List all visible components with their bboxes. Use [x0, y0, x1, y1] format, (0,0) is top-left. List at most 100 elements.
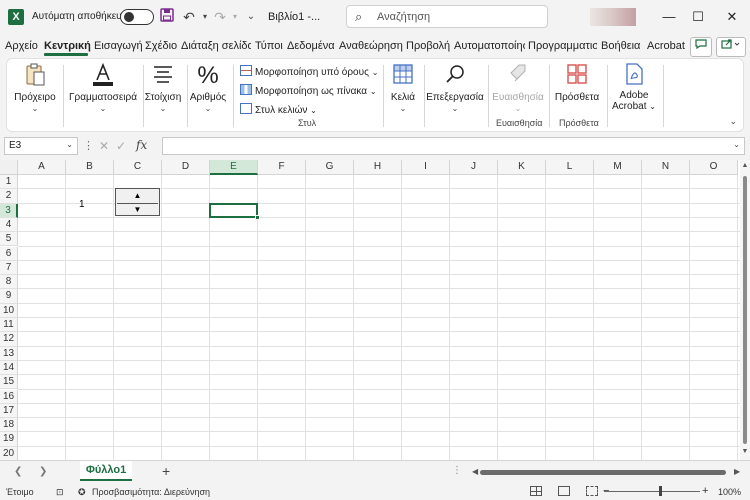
vertical-scroll-thumb[interactable]: [743, 176, 747, 444]
add-sheet-button[interactable]: +: [162, 463, 170, 479]
page-layout-view-icon[interactable]: [558, 486, 570, 496]
tab-data[interactable]: Δεδομένα: [287, 40, 335, 52]
column-header-B[interactable]: B: [66, 160, 114, 175]
row-header-5[interactable]: 5: [0, 232, 18, 247]
cell-styles-button[interactable]: Στυλ κελιών ⌄: [240, 103, 317, 116]
addins-button[interactable]: Πρόσθετα: [551, 63, 603, 103]
select-all-button[interactable]: [0, 160, 18, 175]
font-button[interactable]: Γραμματοσειρά ⌄: [65, 62, 141, 113]
name-box[interactable]: E3 ⌄: [4, 137, 78, 155]
maximize-button[interactable]: ☐: [688, 7, 708, 27]
number-button[interactable]: % Αριθμός ⌄: [187, 63, 229, 114]
prev-sheet-icon[interactable]: ❮: [14, 466, 22, 477]
alignment-button[interactable]: Στοίχιση ⌄: [141, 63, 185, 113]
row-header-16[interactable]: 16: [0, 389, 18, 404]
active-cell-E3[interactable]: [209, 203, 258, 218]
horizontal-scrollbar[interactable]: ◀ ▶: [472, 467, 742, 477]
row-header-3[interactable]: 3: [0, 203, 18, 218]
page-break-view-icon[interactable]: [586, 486, 598, 496]
column-header-M[interactable]: M: [594, 160, 642, 175]
adobe-acrobat-button[interactable]: Adobe Acrobat ⌄: [608, 63, 660, 112]
row-header-14[interactable]: 14: [0, 360, 18, 376]
macro-record-icon[interactable]: ⊡: [56, 487, 64, 498]
next-sheet-icon[interactable]: ❯: [39, 466, 47, 477]
row-header-1[interactable]: 1: [0, 175, 18, 190]
row-header-15[interactable]: 15: [0, 375, 18, 390]
column-header-N[interactable]: N: [642, 160, 690, 175]
row-header-9[interactable]: 9: [0, 289, 18, 304]
share-button[interactable]: [716, 37, 746, 57]
zoom-slider[interactable]: [604, 491, 700, 492]
column-header-L[interactable]: L: [546, 160, 594, 175]
row-header-12[interactable]: 12: [0, 332, 18, 347]
row-header-6[interactable]: 6: [0, 246, 18, 261]
more-icon[interactable]: ⋮: [452, 465, 462, 476]
tab-insert[interactable]: Εισαγωγή: [94, 40, 143, 52]
zoom-in-button[interactable]: +: [702, 485, 708, 497]
normal-view-icon[interactable]: [530, 486, 542, 496]
column-header-A[interactable]: A: [18, 160, 66, 175]
conditional-formatting-button[interactable]: Μορφοποίηση υπό όρους ⌄: [240, 65, 378, 78]
tab-acrobat[interactable]: Acrobat: [647, 40, 685, 52]
row-header-4[interactable]: 4: [0, 217, 18, 233]
column-header-G[interactable]: G: [306, 160, 354, 175]
formula-input[interactable]: ⌄: [162, 137, 745, 155]
accessibility-icon[interactable]: ✪: [78, 487, 86, 498]
tab-developer[interactable]: Προγραμματιστ: [528, 40, 597, 52]
tab-draw[interactable]: Σχέδιο: [145, 40, 177, 52]
column-header-D[interactable]: D: [162, 160, 210, 175]
row-header-18[interactable]: 18: [0, 418, 18, 433]
profile-avatar[interactable]: [590, 8, 636, 26]
scroll-right-icon[interactable]: ▶: [734, 467, 740, 476]
more-options-icon[interactable]: ⋮: [83, 139, 94, 152]
autosave-toggle[interactable]: [120, 9, 154, 25]
cells-button[interactable]: Κελιά ⌄: [384, 63, 422, 113]
document-title[interactable]: Βιβλίο1 -...: [268, 11, 320, 23]
row-header-13[interactable]: 13: [0, 346, 18, 361]
tab-review[interactable]: Αναθεώρηση: [339, 40, 403, 52]
row-header-10[interactable]: 10: [0, 303, 18, 318]
tab-page-layout[interactable]: Διάταξη σελίδο: [181, 40, 251, 52]
row-header-17[interactable]: 17: [0, 403, 18, 419]
enter-icon[interactable]: ✓: [116, 139, 126, 153]
tab-file[interactable]: Αρχείο: [5, 40, 38, 52]
scroll-up-icon[interactable]: ▲: [741, 162, 749, 169]
cancel-icon[interactable]: ✕: [99, 139, 109, 153]
column-header-J[interactable]: J: [450, 160, 498, 175]
row-header-11[interactable]: 11: [0, 318, 18, 333]
comments-button[interactable]: [690, 37, 712, 57]
horizontal-scroll-thumb[interactable]: [480, 470, 726, 475]
accessibility-status[interactable]: Προσβασιμότητα: Διερεύνηση: [92, 487, 210, 497]
row-header-8[interactable]: 8: [0, 275, 18, 290]
vertical-scrollbar[interactable]: ▲ ▼: [740, 160, 750, 460]
tab-help[interactable]: Βοήθεια: [601, 40, 640, 52]
minimize-button[interactable]: —: [659, 7, 679, 27]
spin-up-button[interactable]: ▲: [117, 190, 158, 202]
insert-function-icon[interactable]: fx: [136, 138, 147, 152]
column-header-H[interactable]: H: [354, 160, 402, 175]
search-box[interactable]: ⌕ Αναζήτηση: [346, 5, 548, 28]
worksheet-grid[interactable]: A B C D E F G H I J K L M N O 1 2 3 4 5 6 7 8 9 10 11 12 13 14 15 16 17…: [0, 160, 740, 460]
tab-automate[interactable]: Αυτοματοποίησ: [454, 40, 525, 52]
tab-view[interactable]: Προβολή: [406, 40, 450, 52]
tab-formulas[interactable]: Τύποι: [255, 40, 283, 52]
format-as-table-button[interactable]: Μορφοποίηση ως πίνακα ⌄: [240, 84, 377, 97]
customize-toolbar-icon[interactable]: ⌄: [242, 8, 260, 26]
save-icon[interactable]: [158, 8, 176, 26]
column-header-K[interactable]: K: [498, 160, 546, 175]
spin-down-button[interactable]: ▼: [117, 203, 158, 215]
row-header-19[interactable]: 19: [0, 432, 18, 447]
column-header-C[interactable]: C: [114, 160, 162, 175]
editing-button[interactable]: Επεξεργασία ⌄: [425, 63, 485, 113]
clipboard-button[interactable]: Πρόχειρο ⌄: [11, 63, 59, 113]
scroll-down-icon[interactable]: ▼: [741, 448, 749, 455]
close-button[interactable]: ✕: [722, 7, 742, 27]
column-header-I[interactable]: I: [402, 160, 450, 175]
row-header-7[interactable]: 7: [0, 260, 18, 276]
spin-button-control[interactable]: ▲ ▼: [115, 188, 160, 216]
column-header-E[interactable]: E: [210, 160, 258, 175]
row-header-20[interactable]: 20: [0, 446, 18, 460]
chevron-down-icon[interactable]: ⌄: [729, 116, 737, 127]
zoom-level[interactable]: 100%: [718, 487, 741, 497]
tab-home[interactable]: Κεντρική: [44, 40, 91, 52]
